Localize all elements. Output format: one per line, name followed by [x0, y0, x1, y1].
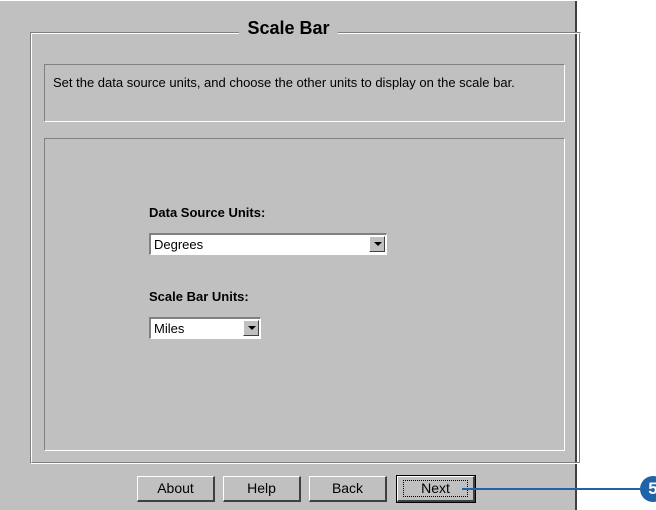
scale-bar-units-dropdown[interactable]: Miles	[149, 317, 261, 339]
description-text: Set the data source units, and choose th…	[53, 75, 515, 90]
callout-leader-line	[462, 488, 640, 490]
units-panel: Data Source Units: Degrees Scale Bar Uni…	[44, 138, 565, 451]
about-button-label: About	[157, 480, 194, 496]
dialog-title-container: Scale Bar	[0, 18, 577, 39]
scale-bar-units-value: Miles	[154, 321, 185, 336]
focus-rectangle	[403, 480, 468, 497]
back-button-label: Back	[331, 480, 364, 496]
callout-number: 5	[648, 479, 656, 498]
description-box: Set the data source units, and choose th…	[44, 64, 565, 122]
chevron-down-icon	[248, 326, 256, 330]
dialog-top-edge	[0, 0, 577, 1]
callout-badge: 5	[640, 476, 656, 502]
back-button[interactable]: Back	[309, 476, 387, 502]
data-source-units-dropdown[interactable]: Degrees	[149, 233, 387, 255]
help-button-label: Help	[247, 480, 276, 496]
help-button[interactable]: Help	[223, 476, 301, 502]
scale-bar-units-label: Scale Bar Units:	[149, 289, 249, 304]
data-source-units-label: Data Source Units:	[149, 205, 266, 220]
dialog-title: Scale Bar	[239, 18, 338, 38]
data-source-units-dropdown-button[interactable]	[369, 236, 385, 252]
scale-bar-units-dropdown-button[interactable]	[243, 320, 259, 336]
data-source-units-value: Degrees	[154, 237, 204, 252]
scale-bar-dialog: Scale Bar Set the data source units, and…	[0, 0, 581, 510]
chevron-down-icon	[374, 242, 382, 246]
about-button[interactable]: About	[137, 476, 215, 502]
